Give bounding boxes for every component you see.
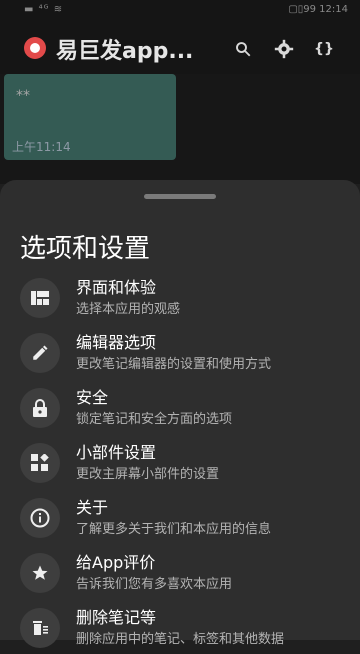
- status-battery-time: ▢▯99 12:14: [288, 4, 348, 15]
- menu-item-subtitle: 了解更多关于我们和本应用的信息: [76, 522, 272, 537]
- menu-item-title: 给App评价: [76, 553, 156, 572]
- dashboard-icon: [20, 278, 60, 318]
- menu-item-subtitle: 删除应用中的笔记、标签和其他数据: [76, 632, 285, 647]
- menu-item-editor-options[interactable]: 编辑器选项 更改笔记编辑器的设置和使用方式: [0, 325, 360, 379]
- menu-item-subtitle: 更改主屏幕小部件的设置: [76, 467, 220, 482]
- menu-item-ui-experience[interactable]: 界面和体验 选择本应用的观感: [0, 270, 360, 324]
- search-icon[interactable]: [232, 38, 254, 60]
- scrim-overlay[interactable]: [0, 74, 360, 184]
- menu-item-title: 关于: [76, 498, 109, 517]
- trash-icon: [20, 608, 60, 648]
- status-signal-indicators: ▬ ⁴ᴳ ≋: [24, 4, 64, 15]
- star-icon: [20, 553, 60, 593]
- menu-item-title: 删除笔记等: [76, 608, 157, 627]
- info-icon: [20, 498, 60, 538]
- menu-item-title: 界面和体验: [76, 278, 157, 297]
- menu-item-subtitle: 选择本应用的观感: [76, 302, 181, 317]
- app-bar: 易巨发app... {}: [0, 22, 360, 74]
- menu-item-title: 小部件设置: [76, 443, 157, 462]
- braces-icon[interactable]: {}: [313, 38, 335, 60]
- app-title: 易巨发app...: [56, 39, 194, 64]
- status-bar: ▬ ⁴ᴳ ≋ ▢▯99 12:14: [0, 0, 360, 22]
- menu-item-security[interactable]: 安全 锁定笔记和安全方面的选项: [0, 380, 360, 434]
- menu-item-subtitle: 更改笔记编辑器的设置和使用方式: [76, 357, 272, 372]
- options-bottom-sheet: 选项和设置 界面和体验 选择本应用的观感 编辑器选项 更改笔记编辑器的设置和使用…: [0, 180, 360, 648]
- menu-item-subtitle: 告诉我们您有多喜欢本应用: [76, 577, 233, 592]
- gear-icon[interactable]: [273, 38, 295, 60]
- menu-item-about[interactable]: 关于 了解更多关于我们和本应用的信息: [0, 490, 360, 544]
- sheet-title: 选项和设置: [20, 234, 151, 264]
- lock-icon: [20, 388, 60, 428]
- menu-item-title: 安全: [76, 388, 109, 407]
- pencil-icon: [20, 333, 60, 373]
- menu-item-widget-settings[interactable]: 小部件设置 更改主屏幕小部件的设置: [0, 435, 360, 489]
- menu-item-subtitle: 锁定笔记和安全方面的选项: [76, 412, 233, 427]
- menu-item-rate-app[interactable]: 给App评价 告诉我们您有多喜欢本应用: [0, 545, 360, 599]
- drag-handle[interactable]: [144, 194, 216, 199]
- menu-item-title: 编辑器选项: [76, 333, 157, 352]
- logo-icon: [24, 37, 46, 59]
- menu-item-delete-notes[interactable]: 删除笔记等 删除应用中的笔记、标签和其他数据: [0, 600, 360, 654]
- widgets-icon: [20, 443, 60, 483]
